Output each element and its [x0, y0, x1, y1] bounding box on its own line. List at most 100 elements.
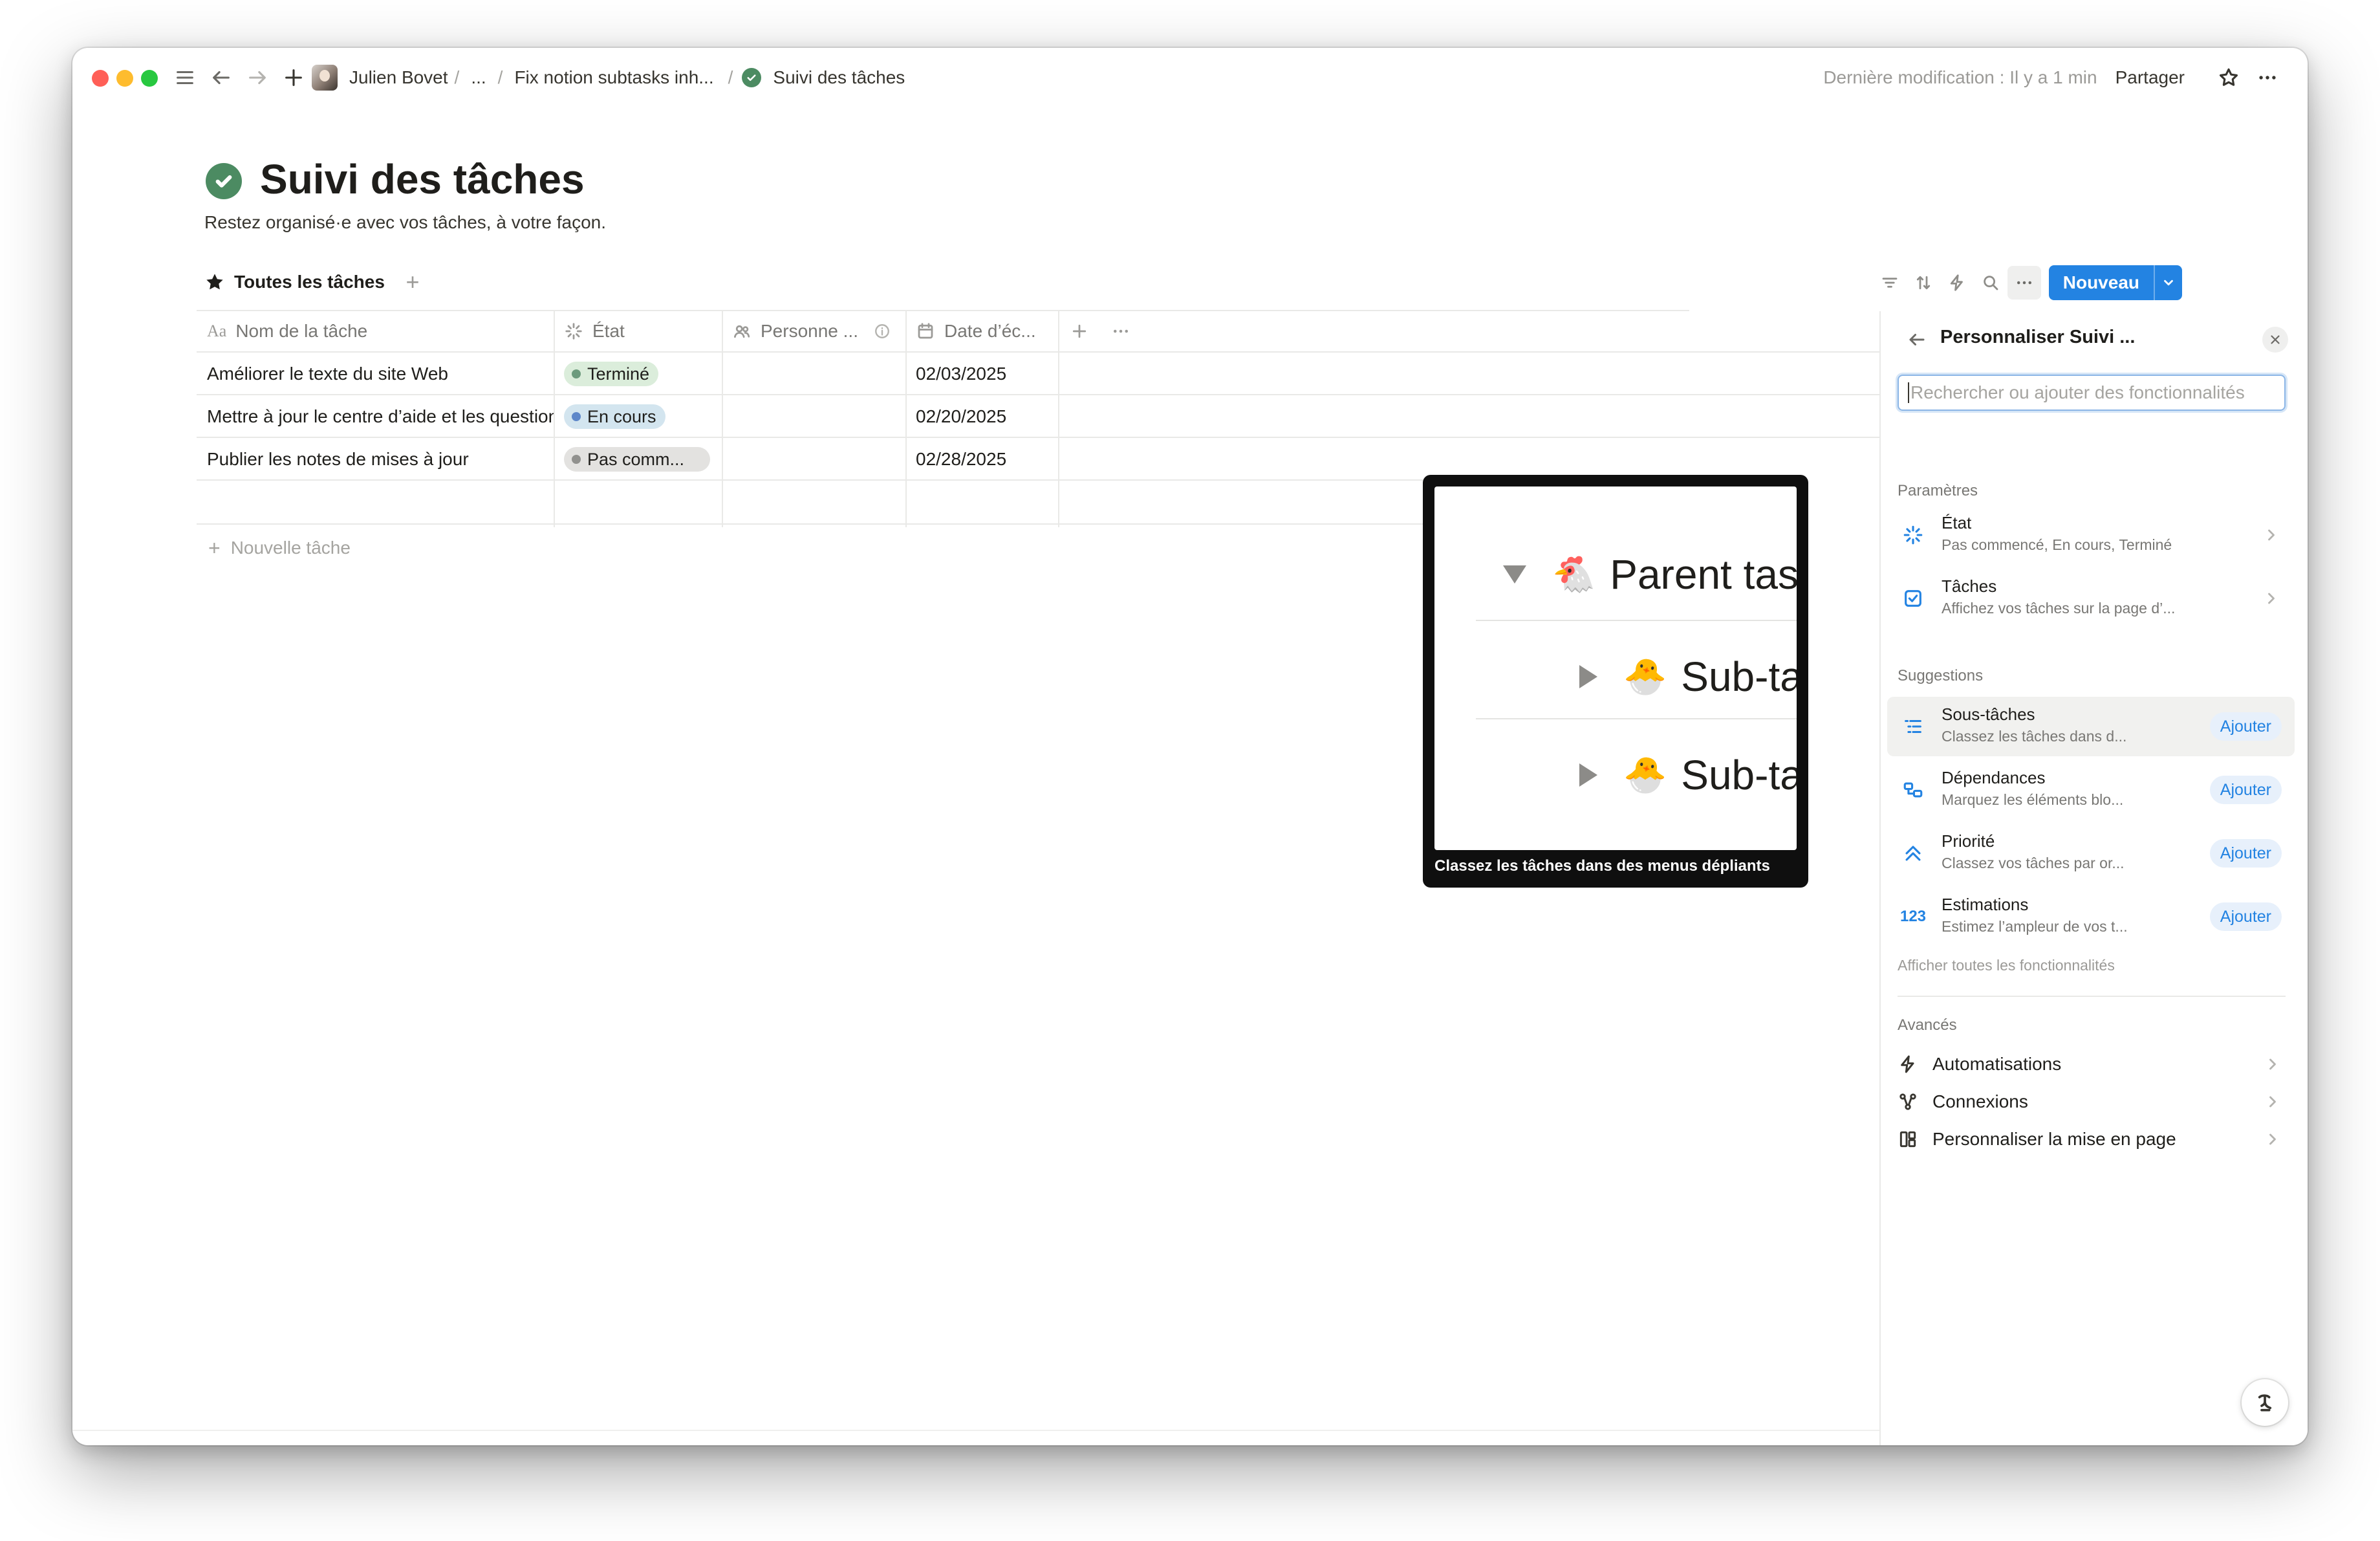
status-badge: Pas comm...	[564, 447, 710, 472]
breadcrumb-user[interactable]: Julien Bovet	[347, 67, 451, 88]
info-icon[interactable]	[874, 323, 891, 340]
panel-divider	[1898, 996, 2286, 997]
forward-arrow-icon[interactable]	[242, 62, 273, 93]
more-options-icon[interactable]	[2007, 266, 2041, 300]
panel-header: Personnaliser Suivi ...	[1881, 311, 2308, 367]
plus-icon	[1072, 324, 1087, 338]
hatching-chick-icon: 🐣	[1623, 754, 1667, 795]
due-date-cell[interactable]: 02/20/2025	[916, 396, 1055, 437]
top-bar-actions: Dernière modification : Il y a 1 min Par…	[1823, 48, 2282, 107]
automation-bolt-icon[interactable]	[1940, 266, 1974, 300]
chevron-right-icon	[2264, 1093, 2282, 1111]
column-divider	[905, 311, 907, 527]
column-divider	[1058, 311, 1059, 527]
triangle-down-icon	[1503, 565, 1526, 584]
page-check-icon[interactable]	[206, 163, 242, 199]
tab-label: Toutes les tâches	[234, 272, 385, 292]
filter-icon[interactable]	[1873, 266, 1907, 300]
due-date-cell[interactable]: 02/03/2025	[916, 353, 1055, 395]
preview-parent-text: Parent task	[1610, 551, 1797, 598]
page-title[interactable]: Suivi des tâches	[260, 155, 585, 203]
sort-icon[interactable]	[1907, 266, 1940, 300]
search-placeholder: Rechercher ou ajouter des fonctionnalité…	[1910, 382, 2245, 402]
close-window-button[interactable]	[92, 70, 109, 87]
advanced-item-automations[interactable]: Automatisations	[1898, 1046, 2286, 1082]
advanced-item-layout[interactable]: Personnaliser la mise en page	[1898, 1121, 2286, 1157]
status-cell[interactable]: En cours	[564, 396, 719, 437]
column-header-label: Personne ...	[761, 321, 858, 341]
page-description[interactable]: Restez organisé·e avec vos tâches, à vot…	[204, 212, 606, 233]
status-cell[interactable]: Terminé	[564, 353, 719, 395]
help-assistant-icon	[2258, 1394, 2272, 1412]
item-subtitle: Classez vos tâches par or...	[1942, 855, 2125, 871]
last-modified-label: Dernière modification : Il y a 1 min	[1823, 67, 2097, 87]
item-title: Sous-tâches	[1942, 705, 2035, 724]
item-title: Estimations	[1942, 895, 2029, 914]
new-task-row[interactable]: + Nouvelle tâche	[208, 532, 351, 564]
add-view-button[interactable]: +	[400, 268, 426, 295]
task-name-cell[interactable]: Améliorer le texte du site Web	[207, 353, 554, 395]
add-feature-button[interactable]: Ajouter	[2209, 776, 2282, 804]
page-bottom-border	[72, 1430, 1879, 1431]
close-icon[interactable]	[2262, 327, 2288, 353]
database-toolbar: Nouveau	[1873, 265, 2182, 300]
column-header-status[interactable]: État	[564, 311, 724, 351]
preview-subtask-row: 🐣 Sub-task	[1579, 743, 1797, 807]
tab-all-tasks[interactable]: Toutes les tâches	[204, 269, 385, 295]
person-cell[interactable]	[722, 353, 905, 395]
section-heading-advanced: Avancés	[1898, 1016, 1957, 1034]
show-all-features-link[interactable]: Afficher toutes les fonctionnalités	[1898, 957, 2115, 974]
back-arrow-icon[interactable]	[206, 62, 237, 93]
chevron-down-icon[interactable]	[2154, 265, 2182, 300]
add-feature-button[interactable]: Ajouter	[2209, 839, 2282, 868]
chevron-right-icon	[2262, 526, 2280, 544]
feature-search-input[interactable]: Rechercher ou ajouter des fonctionnalité…	[1898, 375, 2286, 411]
column-header-label: État	[592, 321, 625, 341]
new-item-button[interactable]: Nouveau	[2048, 265, 2154, 300]
status-badge: Terminé	[564, 362, 659, 386]
maximize-window-button[interactable]	[141, 70, 158, 87]
column-header-name[interactable]: Aa Nom de la tâche	[207, 311, 556, 351]
add-property-button[interactable]	[1070, 311, 1102, 351]
suggestion-item-estimates[interactable]: 123 Estimations Estimez l’ampleur de vos…	[1887, 887, 2295, 946]
menu-icon[interactable]	[169, 62, 200, 93]
row-divider	[197, 351, 1879, 353]
breadcrumb-ellipsis[interactable]: ...	[468, 67, 488, 88]
item-subtitle: Pas commencé, En cours, Terminé	[1942, 536, 2172, 553]
breadcrumb-current-page[interactable]: Suivi des tâches	[770, 67, 907, 88]
suggestion-item-priority[interactable]: Priorité Classez vos tâches par or... Aj…	[1887, 824, 2295, 883]
advanced-item-connections[interactable]: Connexions	[1898, 1084, 2286, 1120]
new-page-plus-icon[interactable]	[278, 62, 309, 93]
breadcrumb-parent-page[interactable]: Fix notion subtasks inh...	[512, 67, 716, 88]
person-cell[interactable]	[722, 439, 905, 480]
search-icon[interactable]	[1974, 266, 2007, 300]
task-name-cell[interactable]: Mettre à jour le centre d’aide et les qu…	[207, 396, 554, 437]
back-arrow-icon[interactable]	[1903, 325, 1931, 354]
suggestion-item-dependencies[interactable]: Dépendances Marquez les éléments blo... …	[1887, 760, 2295, 820]
column-header-label: Date d’éc...	[944, 321, 1036, 341]
help-button[interactable]	[2242, 1379, 2288, 1426]
avatar[interactable]	[312, 65, 338, 91]
panel-title: Personnaliser Suivi ...	[1940, 327, 2136, 347]
share-button[interactable]: Partager	[2115, 67, 2185, 88]
param-item-tasks[interactable]: Tâches Affichez vos tâches sur la page d…	[1887, 569, 2295, 628]
item-subtitle: Estimez l’ampleur de vos t...	[1942, 918, 2128, 935]
due-date-cell[interactable]: 02/28/2025	[916, 439, 1055, 480]
status-cell[interactable]: Pas comm...	[564, 439, 719, 480]
new-item-button-group: Nouveau	[2048, 265, 2182, 300]
breadcrumb-separator: /	[497, 67, 503, 87]
param-item-status[interactable]: État Pas commencé, En cours, Terminé	[1887, 505, 2295, 565]
favorite-star-icon[interactable]	[2214, 63, 2243, 92]
item-subtitle: Classez les tâches dans d...	[1942, 728, 2127, 745]
minimize-window-button[interactable]	[116, 70, 133, 87]
row-divider	[197, 523, 1423, 525]
table-more-options[interactable]	[1111, 311, 1143, 351]
more-options-icon[interactable]	[2253, 63, 2282, 92]
person-cell[interactable]	[722, 396, 905, 437]
section-heading-parameters: Paramètres	[1898, 482, 1978, 499]
add-feature-button[interactable]: Ajouter	[2209, 902, 2282, 931]
new-task-label: Nouvelle tâche	[230, 538, 351, 558]
suggestion-item-subtasks[interactable]: Sous-tâches Classez les tâches dans d...…	[1887, 697, 2295, 756]
add-feature-button[interactable]: Ajouter	[2209, 712, 2282, 741]
task-name-cell[interactable]: Publier les notes de mises à jour	[207, 439, 554, 480]
